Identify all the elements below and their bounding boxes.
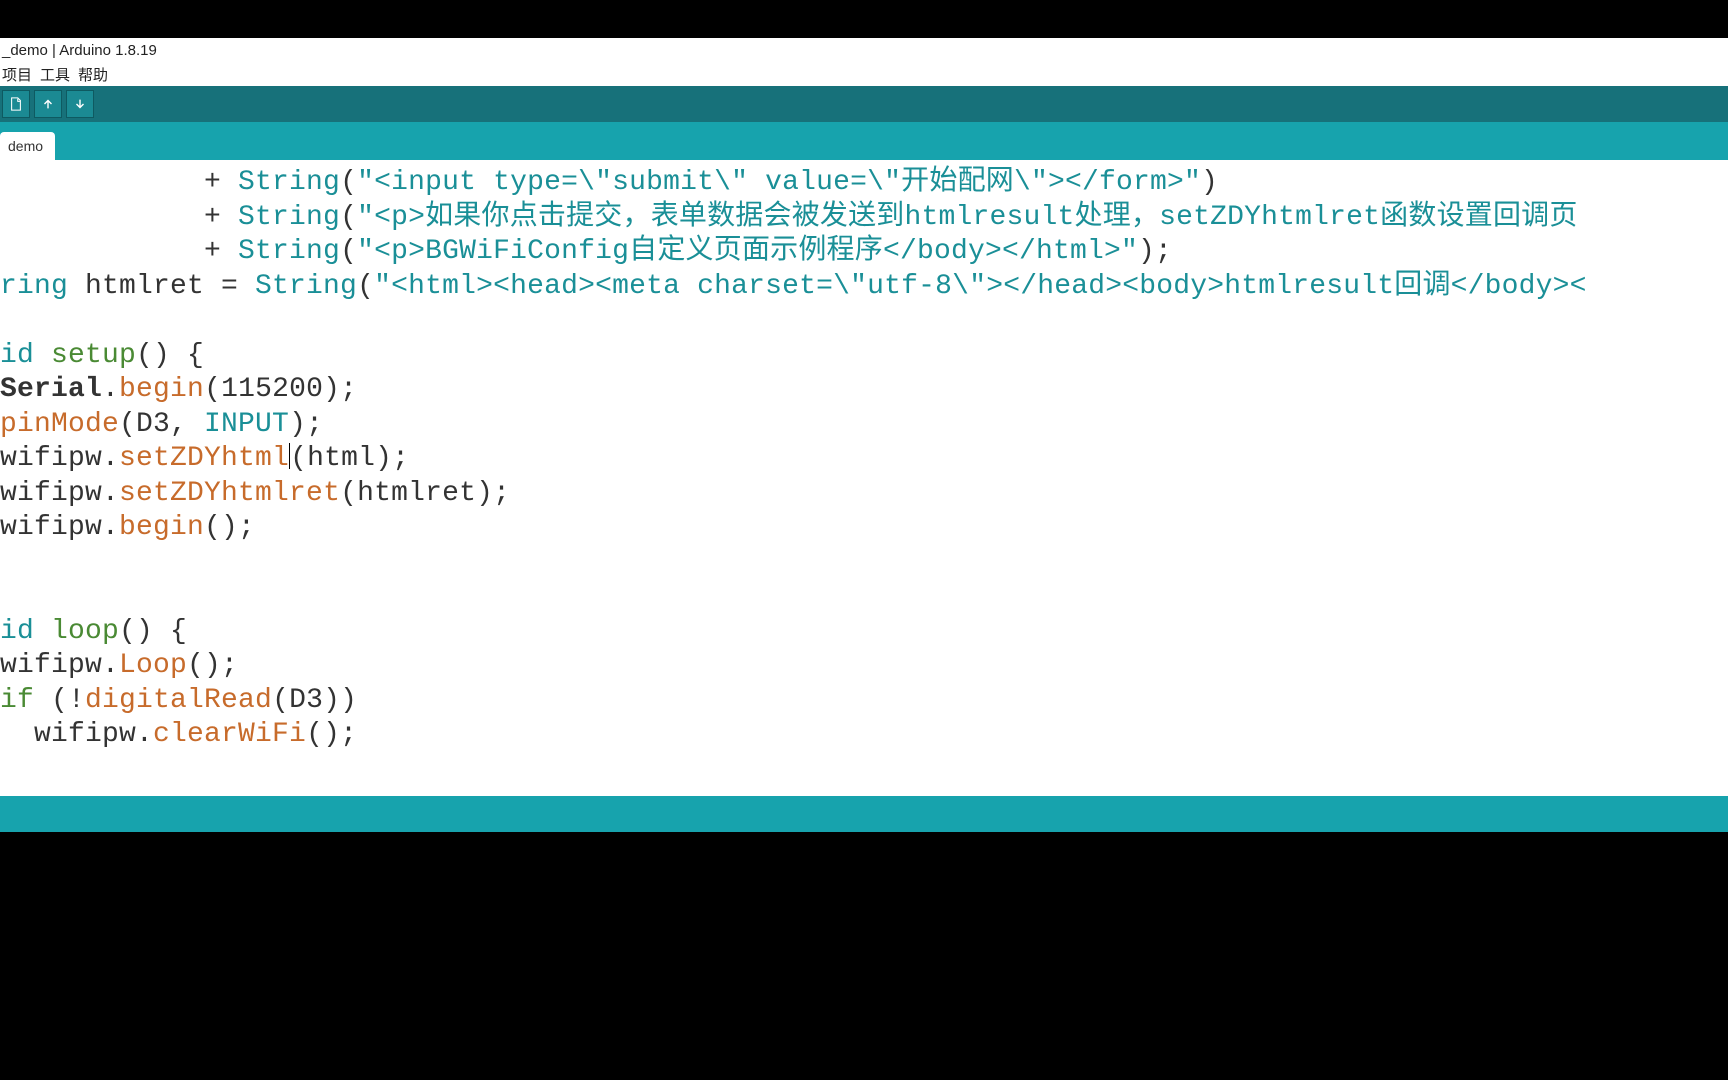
download-icon	[73, 97, 87, 111]
arduino-ide-window: _demo | Arduino 1.8.19 项目 工具 帮助 demo + S…	[0, 38, 1728, 832]
menu-project[interactable]: 项目	[0, 64, 34, 85]
letterbox-bottom	[0, 832, 1728, 1080]
code-content: + String("<input type=\"submit\" value=\…	[0, 160, 1728, 753]
title-bar: _demo | Arduino 1.8.19	[0, 38, 1728, 62]
code-editor[interactable]: + String("<input type=\"submit\" value=\…	[0, 160, 1728, 796]
window-title: _demo | Arduino 1.8.19	[2, 42, 157, 59]
download-button[interactable]	[66, 90, 94, 118]
menu-help[interactable]: 帮助	[76, 64, 110, 85]
letterbox-top	[0, 0, 1728, 38]
tab-bar: demo	[0, 122, 1728, 160]
tab-demo[interactable]: demo	[0, 132, 55, 160]
upload-button[interactable]	[34, 90, 62, 118]
status-bar	[0, 796, 1728, 832]
text-cursor	[289, 443, 290, 469]
upload-icon	[41, 97, 55, 111]
menu-bar: 项目 工具 帮助	[0, 62, 1728, 86]
serial-object: Serial	[0, 374, 102, 405]
menu-tools[interactable]: 工具	[38, 64, 72, 85]
new-icon	[9, 97, 23, 111]
tab-label: demo	[8, 138, 43, 154]
new-button[interactable]	[2, 90, 30, 118]
tool-bar	[0, 86, 1728, 122]
